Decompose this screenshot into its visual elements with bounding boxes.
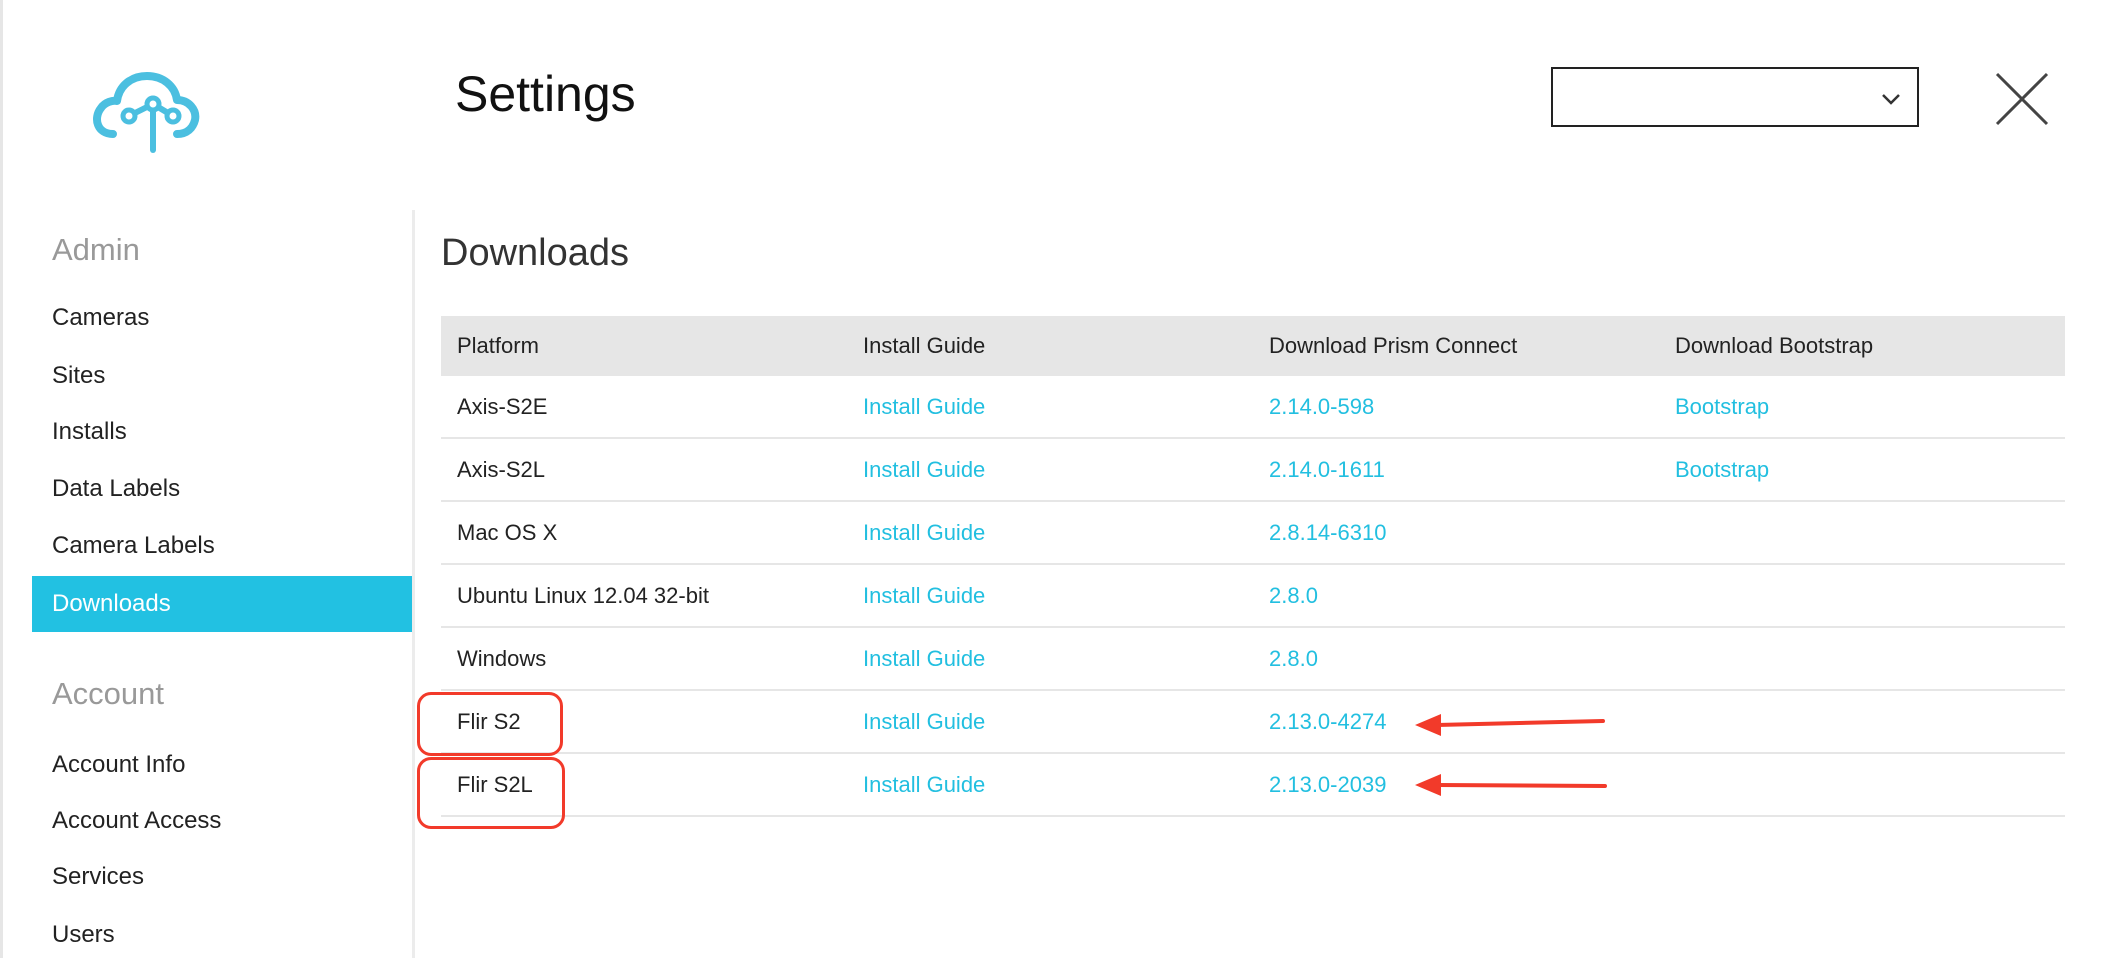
column-header-bootstrap: Download Bootstrap — [1675, 333, 1874, 358]
sidebar-item-cameras[interactable]: Cameras — [32, 290, 412, 346]
annotation-arrow-icon — [1415, 774, 1607, 796]
platform-name: Ubuntu Linux 12.04 32-bit — [457, 582, 709, 608]
sidebar-item-sites[interactable]: Sites — [32, 348, 412, 404]
close-icon[interactable] — [1993, 70, 2051, 128]
sidebar-item-downloads[interactable]: Downloads — [32, 576, 412, 632]
sidebar-item-account-access[interactable]: Account Access — [32, 793, 412, 849]
install-guide-link[interactable]: Install Guide — [863, 457, 985, 482]
install-guide-link[interactable]: Install Guide — [863, 709, 985, 734]
sidebar-item-camera-labels[interactable]: Camera Labels — [32, 518, 412, 574]
platform-name: Axis-S2L — [457, 456, 546, 482]
prism-connect-download-link[interactable]: 2.8.14-6310 — [1269, 520, 1386, 545]
sidebar-item-users[interactable]: Users — [32, 907, 412, 958]
prism-connect-download-link[interactable]: 2.13.0-4274 — [1269, 709, 1386, 734]
table-row: Windows Install Guide 2.8.0 — [441, 628, 2065, 691]
prism-connect-download-link[interactable]: 2.13.0-2039 — [1269, 772, 1386, 797]
install-guide-link[interactable]: Install Guide — [863, 772, 985, 797]
settings-page: Settings Admin Cameras Sites Installs Da… — [0, 0, 2122, 958]
annotation-arrow-icon — [1415, 714, 1605, 736]
prism-connect-download-link[interactable]: 2.14.0-1611 — [1269, 457, 1385, 482]
table-row: Ubuntu Linux 12.04 32-bit Install Guide … — [441, 565, 2065, 628]
table-row: Flir S2L Install Guide 2.13.0-2039 — [441, 754, 2065, 817]
settings-sidebar: Admin Cameras Sites Installs Data Labels… — [3, 210, 415, 958]
sidebar-item-installs[interactable]: Installs — [32, 404, 412, 460]
table-row: Mac OS X Install Guide 2.8.14-6310 — [441, 502, 2065, 565]
account-select[interactable] — [1551, 67, 1919, 127]
chevron-down-icon — [1882, 94, 1900, 105]
install-guide-link[interactable]: Install Guide — [863, 520, 985, 545]
install-guide-link[interactable]: Install Guide — [863, 394, 985, 419]
prism-connect-download-link[interactable]: 2.8.0 — [1269, 583, 1318, 608]
install-guide-link[interactable]: Install Guide — [863, 583, 985, 608]
sidebar-heading-account: Account — [52, 676, 165, 711]
column-header-platform: Platform — [457, 333, 539, 358]
sidebar-item-account-info[interactable]: Account Info — [32, 737, 412, 793]
sidebar-item-data-labels[interactable]: Data Labels — [32, 461, 412, 517]
table-row: Axis-S2E Install Guide 2.14.0-598 Bootst… — [441, 376, 2065, 439]
cloud-network-icon — [93, 72, 200, 153]
column-header-install-guide: Install Guide — [863, 333, 986, 358]
install-guide-link[interactable]: Install Guide — [863, 646, 985, 671]
bootstrap-download-link[interactable]: Bootstrap — [1675, 394, 1769, 419]
table-header: Platform Install Guide Download Prism Co… — [441, 316, 2065, 376]
platform-name: Mac OS X — [457, 519, 558, 545]
table-row: Flir S2 Install Guide 2.13.0-4274 — [441, 691, 2065, 754]
table-row: Axis-S2L Install Guide 2.14.0-1611 Boots… — [441, 439, 2065, 502]
annotation-circle-flir-s2 — [417, 692, 563, 756]
prism-connect-download-link[interactable]: 2.8.0 — [1269, 646, 1318, 671]
platform-name: Axis-S2E — [457, 393, 548, 419]
page-title: Settings — [455, 66, 636, 122]
column-header-prism-connect: Download Prism Connect — [1269, 333, 1518, 358]
sidebar-heading-admin: Admin — [52, 232, 140, 267]
downloads-table: Platform Install Guide Download Prism Co… — [441, 316, 2065, 817]
annotation-circle-flir-s2l — [417, 757, 565, 829]
section-title: Downloads — [441, 232, 629, 274]
platform-name: Windows — [457, 645, 547, 671]
bootstrap-download-link[interactable]: Bootstrap — [1675, 457, 1769, 482]
prism-connect-download-link[interactable]: 2.14.0-598 — [1269, 394, 1374, 419]
sidebar-item-services[interactable]: Services — [32, 849, 412, 905]
